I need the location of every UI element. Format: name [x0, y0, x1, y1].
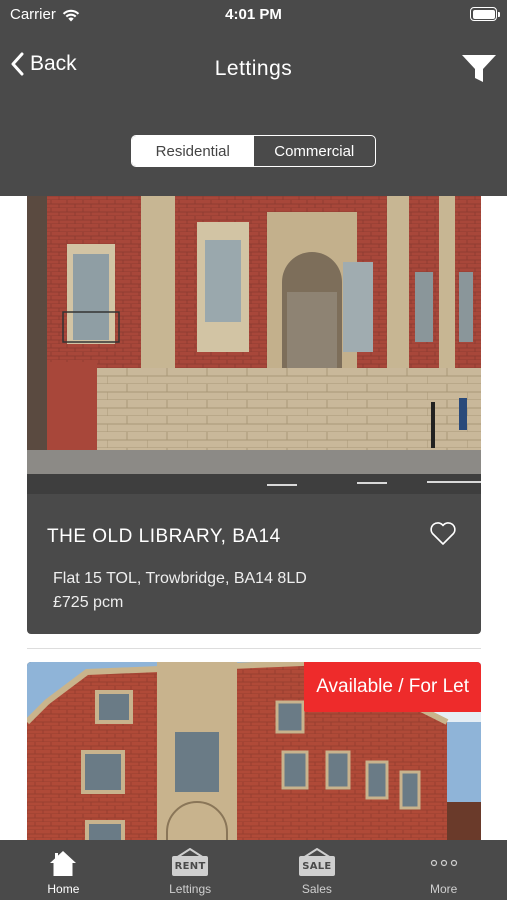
availability-badge: Available / For Let [304, 662, 481, 712]
favorite-button[interactable] [429, 520, 457, 546]
tab-label: Sales [301, 882, 332, 896]
rent-sign-text: RENT [172, 856, 209, 876]
heart-icon [430, 522, 456, 545]
tab-home[interactable]: Home [0, 840, 127, 900]
filter-icon [462, 55, 496, 82]
listings-list[interactable]: THE OLD LIBRARY, BA14 Flat 15 TOL, Trowb… [0, 196, 507, 840]
segment-residential[interactable]: Residential [132, 136, 254, 166]
nav-bar: Back Lettings Residential Commercial [0, 30, 507, 196]
tab-label: More [429, 882, 458, 896]
listing-title: THE OLD LIBRARY, BA14 [47, 526, 281, 547]
listing-address: Flat 15 TOL, Trowbridge, BA14 8LD [53, 570, 307, 587]
listing-price: £725 pcm [53, 594, 124, 611]
rent-sign-icon: RENT [172, 848, 209, 878]
listing-card[interactable]: Available / For Let [27, 662, 481, 840]
tab-more[interactable]: More [380, 840, 507, 900]
tab-label: Home [47, 882, 80, 896]
home-icon [50, 851, 77, 876]
filter-button[interactable] [461, 52, 497, 86]
tab-bar: Home RENT Lettings SALE Sales More [0, 840, 507, 900]
listing-info: THE OLD LIBRARY, BA14 Flat 15 TOL, Trowb… [27, 494, 481, 634]
property-photo: Available / For Let [27, 662, 481, 840]
property-type-segmented-control: Residential Commercial [131, 135, 376, 167]
tab-sales[interactable]: SALE Sales [254, 840, 381, 900]
sale-sign-text: SALE [298, 856, 335, 876]
more-dots-icon [430, 859, 457, 867]
listing-card[interactable]: THE OLD LIBRARY, BA14 Flat 15 TOL, Trowb… [27, 196, 481, 634]
battery-icon [470, 7, 500, 21]
tab-label: Lettings [169, 882, 212, 896]
divider [27, 648, 481, 649]
clock: 4:01 PM [225, 6, 282, 23]
sale-sign-icon: SALE [298, 848, 335, 878]
segment-commercial[interactable]: Commercial [254, 136, 376, 166]
tab-lettings[interactable]: RENT Lettings [127, 840, 254, 900]
property-photo [27, 196, 481, 494]
page-title: Lettings [214, 57, 293, 80]
status-bar: Carrier 4:01 PM [0, 0, 507, 30]
